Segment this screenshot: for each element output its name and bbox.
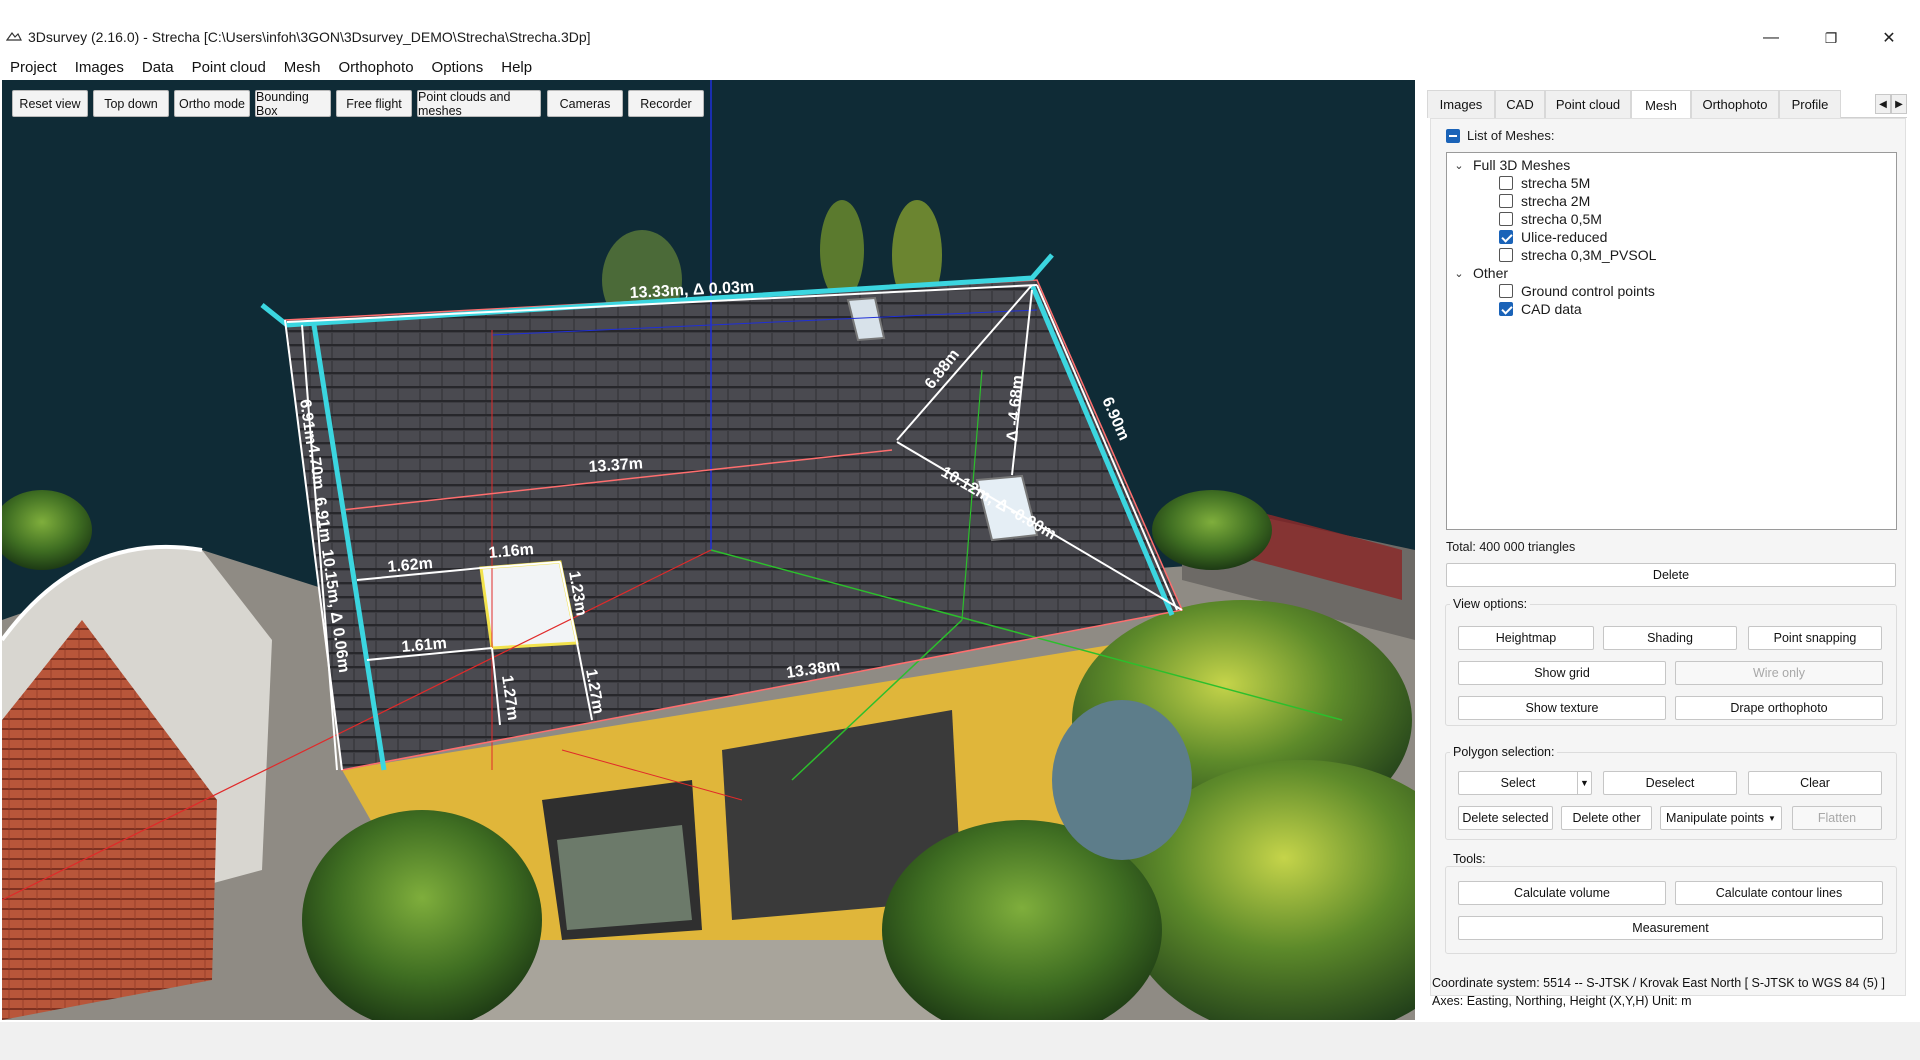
- tree-group-full-3d-meshes[interactable]: ⌄ Full 3D Meshes: [1453, 157, 1570, 173]
- tree-item-strecha-2m[interactable]: strecha 2M: [1499, 193, 1590, 209]
- mesh-label: strecha 5M: [1521, 175, 1591, 191]
- restore-button[interactable]: ❐: [1808, 24, 1854, 52]
- dropdown-arrow-icon[interactable]: ▼: [1577, 772, 1591, 794]
- flatten-button[interactable]: Flatten: [1792, 806, 1882, 830]
- ortho-mode-button[interactable]: Ortho mode: [174, 90, 250, 117]
- calculate-contour-lines-button[interactable]: Calculate contour lines: [1675, 881, 1883, 905]
- close-button[interactable]: ✕: [1866, 24, 1912, 52]
- delete-selected-button[interactable]: Delete selected: [1458, 806, 1553, 830]
- 3d-viewport[interactable]: 13.33m, Δ 0.03m 13.37m 13.38m 6.88m Δ -4…: [2, 80, 1415, 1020]
- menu-images[interactable]: Images: [65, 58, 132, 80]
- tab-images[interactable]: Images: [1427, 90, 1495, 118]
- mesh-label: strecha 0,5M: [1521, 211, 1602, 227]
- tree-item-ground-control-points[interactable]: Ground control points: [1499, 283, 1655, 299]
- status-bar: [0, 1022, 1920, 1060]
- cameras-button[interactable]: Cameras: [547, 90, 623, 117]
- calculate-volume-button[interactable]: Calculate volume: [1458, 881, 1666, 905]
- chevron-down-icon[interactable]: ⌄: [1453, 267, 1465, 280]
- triangle-total: Total: 400 000 triangles: [1446, 540, 1576, 554]
- clear-button[interactable]: Clear: [1748, 771, 1882, 795]
- mesh-label: Ground control points: [1521, 283, 1655, 299]
- manipulate-points-dropdown[interactable]: Manipulate points ▼: [1660, 806, 1782, 830]
- mesh-checkbox[interactable]: [1499, 248, 1513, 262]
- mesh-checkbox[interactable]: [1499, 284, 1513, 298]
- menu-project[interactable]: Project: [0, 58, 65, 80]
- show-texture-button[interactable]: Show texture: [1458, 696, 1666, 720]
- top-down-button[interactable]: Top down: [93, 90, 169, 117]
- tab-profile[interactable]: Profile: [1779, 90, 1841, 118]
- axes-info-text: Axes: Easting, Northing, Height (X,Y,H) …: [1432, 994, 1692, 1008]
- tools-group: [1445, 866, 1897, 954]
- app-logo-icon: [6, 31, 22, 41]
- tree-item-strecha-05m[interactable]: strecha 0,5M: [1499, 211, 1602, 227]
- reset-view-button[interactable]: Reset view: [12, 90, 88, 117]
- minimize-button[interactable]: —: [1748, 24, 1794, 52]
- tree-item-ulice-reduced[interactable]: Ulice-reduced: [1499, 229, 1607, 245]
- tab-point-cloud[interactable]: Point cloud: [1545, 90, 1631, 118]
- heightmap-button[interactable]: Heightmap: [1458, 626, 1594, 650]
- shading-button[interactable]: Shading: [1603, 626, 1737, 650]
- menu-point-cloud[interactable]: Point cloud: [182, 58, 274, 80]
- show-grid-button[interactable]: Show grid: [1458, 661, 1666, 685]
- tab-mesh[interactable]: Mesh: [1631, 90, 1691, 119]
- menu-orthophoto[interactable]: Orthophoto: [328, 58, 421, 80]
- mesh-checkbox[interactable]: [1499, 194, 1513, 208]
- bounding-box-button[interactable]: Bounding Box: [255, 90, 331, 118]
- tree-group-other[interactable]: ⌄ Other: [1453, 265, 1508, 281]
- panel-tabs: Images CAD Point cloud Mesh Orthophoto P…: [1427, 90, 1907, 119]
- mesh-label: strecha 0,3M_PVSOL: [1521, 247, 1657, 263]
- select-label: Select: [1500, 776, 1536, 790]
- tools-label: Tools:: [1450, 852, 1489, 866]
- point-clouds-meshes-button[interactable]: Point clouds and meshes: [417, 90, 541, 118]
- chevron-down-icon[interactable]: ⌄: [1453, 159, 1465, 172]
- mesh-checkbox[interactable]: [1499, 302, 1513, 316]
- list-of-meshes-label: List of Meshes:: [1467, 128, 1555, 143]
- recorder-button[interactable]: Recorder: [628, 90, 704, 117]
- menu-options[interactable]: Options: [422, 58, 492, 80]
- tab-cad[interactable]: CAD: [1495, 90, 1545, 118]
- deselect-button[interactable]: Deselect: [1603, 771, 1737, 795]
- tab-scroll-left-icon[interactable]: ◀: [1875, 94, 1891, 114]
- manipulate-points-label: Manipulate points: [1666, 811, 1765, 825]
- mesh-label: CAD data: [1521, 301, 1582, 317]
- dropdown-arrow-icon: ▼: [1768, 813, 1776, 823]
- mesh-tree: ⌄ Full 3D Meshes strecha 5M strecha 2M s…: [1446, 152, 1897, 530]
- list-of-meshes-header: List of Meshes:: [1446, 128, 1554, 143]
- polygon-selection-label: Polygon selection:: [1450, 745, 1558, 759]
- mesh-checkbox[interactable]: [1499, 176, 1513, 190]
- tree-group-label: Other: [1473, 265, 1509, 281]
- menu-mesh[interactable]: Mesh: [274, 58, 329, 80]
- window-title: 3Dsurvey (2.16.0) - Strecha [C:\Users\in…: [28, 29, 591, 45]
- wire-only-button[interactable]: Wire only: [1675, 661, 1883, 685]
- menu-help[interactable]: Help: [491, 58, 540, 80]
- title-bar: 3Dsurvey (2.16.0) - Strecha [C:\Users\in…: [0, 0, 1920, 58]
- tree-item-strecha-5m[interactable]: strecha 5M: [1499, 175, 1590, 191]
- point-snapping-button[interactable]: Point snapping: [1748, 626, 1882, 650]
- mesh-label: strecha 2M: [1521, 193, 1591, 209]
- menu-data[interactable]: Data: [132, 58, 182, 80]
- menu-bar: Project Images Data Point cloud Mesh Ort…: [0, 58, 540, 80]
- tree-item-strecha-03m-pvsol[interactable]: strecha 0,3M_PVSOL: [1499, 247, 1656, 263]
- tree-group-label: Full 3D Meshes: [1473, 157, 1571, 173]
- delete-other-button[interactable]: Delete other: [1561, 806, 1652, 830]
- scene-render: 13.33m, Δ 0.03m 13.37m 13.38m 6.88m Δ -4…: [2, 80, 1415, 1020]
- drape-orthophoto-button[interactable]: Drape orthophoto: [1675, 696, 1883, 720]
- delete-mesh-button[interactable]: Delete: [1446, 563, 1896, 587]
- tab-scroll-right-icon[interactable]: ▶: [1891, 94, 1907, 114]
- mesh-label: Ulice-reduced: [1521, 229, 1608, 245]
- select-dropdown[interactable]: Select ▼: [1458, 771, 1592, 795]
- tab-orthophoto[interactable]: Orthophoto: [1691, 90, 1779, 118]
- free-flight-button[interactable]: Free flight: [336, 90, 412, 117]
- tree-item-cad-data[interactable]: CAD data: [1499, 301, 1582, 317]
- measurement-button[interactable]: Measurement: [1458, 916, 1883, 940]
- list-of-meshes-checkbox[interactable]: [1446, 128, 1460, 143]
- mesh-checkbox[interactable]: [1499, 212, 1513, 226]
- mesh-checkbox[interactable]: [1499, 230, 1513, 244]
- view-options-label: View options:: [1450, 597, 1531, 611]
- coordinate-system-text: Coordinate system: 5514 -- S-JTSK / Krov…: [1432, 976, 1885, 990]
